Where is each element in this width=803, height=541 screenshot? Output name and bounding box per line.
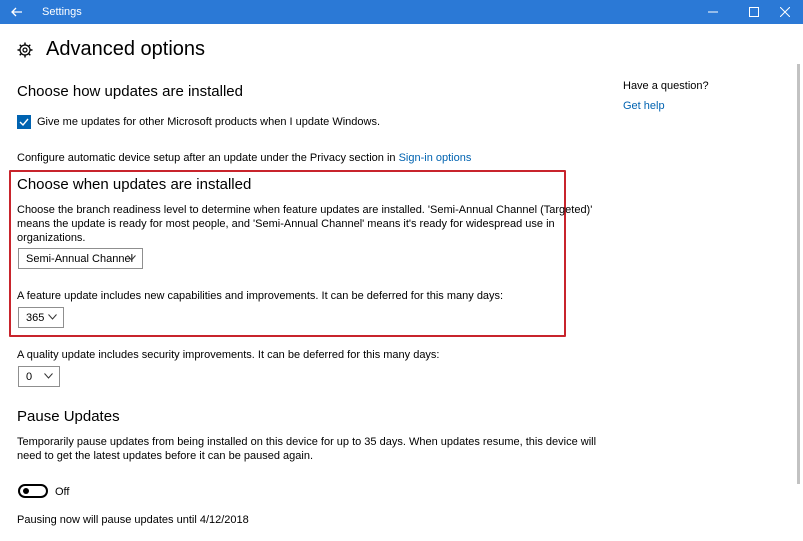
- back-button[interactable]: [0, 0, 34, 24]
- close-icon: [780, 7, 790, 17]
- privacy-text-row: Configure automatic device setup after a…: [17, 151, 471, 165]
- have-question-text: Have a question?: [623, 80, 709, 92]
- quality-defer-value: 0: [26, 370, 33, 383]
- pause-heading: Pause Updates: [17, 408, 120, 425]
- checkmark-icon: [19, 118, 29, 127]
- branch-description-line3: organizations.: [17, 232, 86, 244]
- title-bar: Settings: [0, 0, 803, 24]
- page-header: Advanced options: [17, 38, 205, 61]
- quality-defer-dropdown[interactable]: 0: [18, 366, 60, 387]
- sign-in-options-link[interactable]: Sign-in options: [399, 152, 472, 164]
- branch-description-line1: Choose the branch readiness level to det…: [17, 204, 593, 216]
- maximize-icon: [749, 7, 759, 17]
- pause-footer-text: Pausing now will pause updates until 4/1…: [17, 514, 249, 526]
- gear-icon: [17, 42, 33, 57]
- other-products-checkbox-row[interactable]: Give me updates for other Microsoft prod…: [17, 115, 380, 129]
- pause-description-line2: need to get the latest updates before it…: [17, 450, 314, 462]
- quality-update-text: A quality update includes security impro…: [17, 349, 440, 361]
- other-products-checkbox-label: Give me updates for other Microsoft prod…: [37, 116, 380, 128]
- window-title: Settings: [42, 6, 82, 18]
- pause-updates-toggle[interactable]: [18, 484, 48, 498]
- when-heading: Choose when updates are installed: [17, 176, 252, 193]
- feature-defer-value: 365: [26, 311, 45, 324]
- pause-toggle-label: Off: [55, 486, 70, 498]
- page-title: Advanced options: [46, 38, 206, 60]
- pause-description-line1: Temporarily pause updates from being ins…: [17, 436, 597, 448]
- branch-description-line2: means the update is ready for most peopl…: [17, 218, 555, 230]
- feature-update-text: A feature update includes new capabiliti…: [17, 290, 504, 302]
- minimize-icon: [708, 11, 718, 13]
- scrollbar[interactable]: [797, 64, 800, 484]
- branch-readiness-dropdown[interactable]: Semi-Annual Channel: [18, 248, 143, 269]
- branch-readiness-value: Semi-Annual Channel: [26, 252, 134, 265]
- chevron-down-icon: [48, 314, 57, 320]
- chevron-down-icon: [127, 255, 136, 261]
- feature-defer-dropdown[interactable]: 365: [18, 307, 64, 328]
- get-help-link[interactable]: Get help: [623, 100, 709, 112]
- minimize-button[interactable]: [695, 0, 731, 24]
- privacy-text: Configure automatic device setup after a…: [17, 152, 396, 164]
- install-heading: Choose how updates are installed: [17, 83, 243, 100]
- help-pane: Have a question? Get help: [623, 80, 709, 112]
- back-arrow-icon: [11, 7, 22, 17]
- close-button[interactable]: [767, 0, 803, 24]
- toggle-knob: [23, 488, 29, 494]
- other-products-checkbox[interactable]: [17, 115, 31, 129]
- chevron-down-icon: [44, 373, 53, 379]
